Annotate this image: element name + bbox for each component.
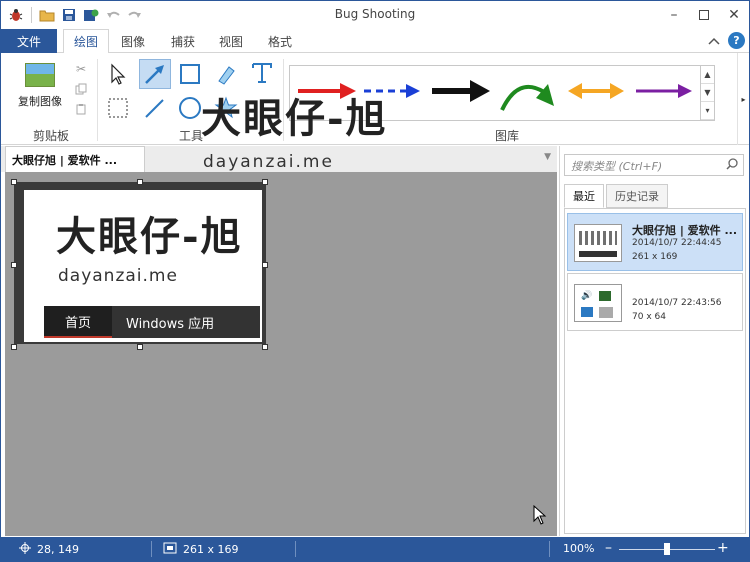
status-divider <box>549 541 550 557</box>
search-placeholder: 搜索类型 (Ctrl+F) <box>571 160 663 173</box>
close-icon[interactable]: ✕ <box>719 1 749 29</box>
tab-format[interactable]: 格式 <box>259 29 301 53</box>
resize-handle-w[interactable] <box>11 262 17 268</box>
editor-canvas[interactable]: 大眼仔-旭 dayanzai.me 首页 Windows 应用 <box>5 172 557 536</box>
resize-handle-sw[interactable] <box>11 344 17 350</box>
resize-handle-se[interactable] <box>262 344 268 350</box>
capture-name: 大眼仔旭 | 爱软件 ... <box>632 224 738 237</box>
tab-file[interactable]: 文件 <box>1 29 57 53</box>
capture-date: 2014/10/7 22:44:45 <box>632 238 722 248</box>
minimize-icon[interactable]: – <box>659 1 689 29</box>
site-nav-home: 首页 <box>44 306 112 338</box>
cursor-position-text: 28, 149 <box>37 543 79 556</box>
crosshair-icon <box>19 542 31 557</box>
zoom-level: 100% <box>563 542 595 555</box>
cursor-position: 28, 149 <box>19 542 79 557</box>
zoom-slider-thumb[interactable] <box>664 543 670 555</box>
cut-icon[interactable]: ✂ <box>73 61 89 77</box>
tab-recent[interactable]: 最近 <box>564 184 604 208</box>
status-divider <box>151 541 152 557</box>
arrow-style-orange-double[interactable] <box>566 78 628 107</box>
watermark-domain: dayanzai.me <box>203 152 334 172</box>
tab-view[interactable]: 视图 <box>211 29 251 53</box>
highlighter-tool[interactable] <box>213 61 239 87</box>
rectangle-tool[interactable] <box>177 61 203 87</box>
text-tool[interactable] <box>249 59 275 85</box>
site-nav-windows: Windows 应用 <box>126 316 215 332</box>
list-item[interactable]: 🔊 2014/10/7 22:43:56 70 x 64 <box>567 273 743 331</box>
resize-handle-nw[interactable] <box>11 179 17 185</box>
zoom-in-icon[interactable]: + <box>717 540 729 556</box>
speaker-icon: 🔊 <box>581 291 593 301</box>
copy-image-button[interactable]: 复制图像 <box>9 59 71 121</box>
marquee-select-tool[interactable] <box>105 95 131 121</box>
status-bar: 28, 149 261 x 169 100% – + <box>1 537 749 561</box>
tab-capture[interactable]: 捕获 <box>161 29 205 53</box>
monitor-icon <box>599 291 611 301</box>
window-title: Bug Shooting <box>334 7 416 21</box>
tab-draw[interactable]: 绘图 <box>63 29 109 54</box>
resize-handle-s[interactable] <box>137 344 143 350</box>
maximize-icon[interactable] <box>689 1 719 29</box>
help-icon[interactable]: ? <box>728 32 745 49</box>
ribbon-tab-bar: 文件 绘图 图像 捕获 视图 格式 ? <box>1 29 749 54</box>
gallery-scrollbar[interactable]: ▲ ▼ ▾ <box>700 66 714 120</box>
arrow-style-black[interactable] <box>430 78 492 107</box>
app-window: Bug Shooting – ✕ 文件 绘图 图像 捕获 视图 格式 ? 复制图… <box>0 0 750 562</box>
gallery-more-icon[interactable]: ▾ <box>701 102 714 120</box>
history-panel: 搜索类型 (Ctrl+F) 最近 历史记录 大眼仔旭 | 爱软件 ... 201… <box>559 146 749 536</box>
capture-date: 2014/10/7 22:43:56 <box>632 298 722 308</box>
paste-icon[interactable] <box>73 101 89 117</box>
mouse-cursor-icon <box>533 504 547 528</box>
copy-image-label: 复制图像 <box>18 95 62 108</box>
flag-icon <box>581 307 593 317</box>
copy-icon[interactable] <box>73 81 89 97</box>
captured-image[interactable]: 大眼仔-旭 dayanzai.me 首页 Windows 应用 <box>14 182 266 344</box>
arrow-style-purple[interactable] <box>634 78 696 107</box>
ellipse-tool[interactable] <box>177 95 203 121</box>
collapse-ribbon-icon[interactable] <box>708 34 720 48</box>
site-domain-text: dayanzai.me <box>58 266 178 286</box>
select-pointer-tool[interactable] <box>105 61 131 87</box>
watermark-logo: 大眼仔-旭 <box>201 95 388 142</box>
arrow-style-green-curved[interactable] <box>498 70 560 117</box>
capture-thumbnail <box>574 224 622 262</box>
site-nav-bar: 首页 Windows 应用 <box>44 306 260 338</box>
search-icon[interactable] <box>726 158 738 173</box>
captured-page: 大眼仔-旭 dayanzai.me 首页 Windows 应用 <box>24 190 262 342</box>
tab-history[interactable]: 历史记录 <box>606 184 668 208</box>
gallery-scroll-up-icon[interactable]: ▲ <box>701 66 714 84</box>
title-bar: Bug Shooting – ✕ <box>1 1 749 29</box>
list-item[interactable]: 大眼仔旭 | 爱软件 ... 2014/10/7 22:44:45 261 x … <box>567 213 743 271</box>
tab-image[interactable]: 图像 <box>113 29 153 53</box>
zoom-out-icon[interactable]: – <box>605 540 612 556</box>
image-icon <box>25 63 55 87</box>
ribbon-expand-arrow-icon[interactable]: ▸ <box>737 53 749 145</box>
capture-size: 70 x 64 <box>632 312 666 322</box>
selection-size: 261 x 169 <box>163 542 239 557</box>
document-tab[interactable]: 大眼仔旭 | 爱软件 ... <box>5 146 145 172</box>
site-logo-text: 大眼仔-旭 <box>56 213 243 260</box>
window-controls: – ✕ <box>659 1 749 29</box>
resize-handle-n[interactable] <box>137 179 143 185</box>
resize-handle-ne[interactable] <box>262 179 268 185</box>
tab-list-dropdown-icon[interactable]: ▼ <box>544 152 551 162</box>
gallery-group-label: 图库 <box>495 129 520 143</box>
capture-thumbnail: 🔊 <box>574 284 622 322</box>
group-divider <box>97 59 98 141</box>
ribbon-tab-controls: ? <box>708 32 745 49</box>
bug-icon <box>599 307 613 318</box>
tools-group-label: 工具 <box>179 129 204 143</box>
search-input[interactable]: 搜索类型 (Ctrl+F) <box>564 154 744 176</box>
clipboard-group-label: 剪贴板 <box>33 129 70 143</box>
gallery-scroll-down-icon[interactable]: ▼ <box>701 84 714 102</box>
capture-size: 261 x 169 <box>632 252 678 262</box>
line-tool[interactable] <box>141 95 167 121</box>
status-divider <box>295 541 296 557</box>
capture-list: 大眼仔旭 | 爱软件 ... 2014/10/7 22:44:45 261 x … <box>564 208 746 534</box>
selection-size-icon <box>163 542 177 557</box>
arrow-tool[interactable] <box>139 59 171 89</box>
resize-handle-e[interactable] <box>262 262 268 268</box>
selection-size-text: 261 x 169 <box>183 543 239 556</box>
